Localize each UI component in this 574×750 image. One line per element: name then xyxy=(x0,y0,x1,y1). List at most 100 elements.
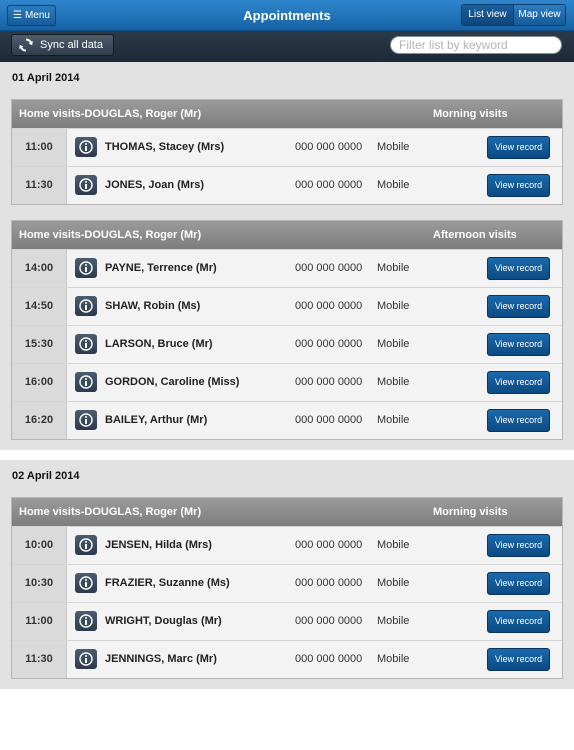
view-record-button[interactable]: View record xyxy=(487,333,550,356)
view-record-button[interactable]: View record xyxy=(487,371,550,394)
map-view-button[interactable]: Map view xyxy=(514,5,565,25)
phone-type: Mobile xyxy=(377,376,410,388)
day-date: 02 April 2014 xyxy=(12,470,80,482)
info-icon[interactable] xyxy=(75,258,97,278)
patient-name: LARSON, Bruce (Mr) xyxy=(105,338,213,350)
appointment-row: 10:30 FRAZIER, Suzanne (Ms) 000 000 0000… xyxy=(12,564,562,602)
patient-name: GORDON, Caroline (Miss) xyxy=(105,376,240,388)
sync-all-button[interactable]: Sync all data xyxy=(11,34,114,56)
info-icon[interactable] xyxy=(75,410,97,430)
view-record-button[interactable]: View record xyxy=(487,610,550,633)
appointment-time: 16:20 xyxy=(12,402,67,439)
info-icon[interactable] xyxy=(75,296,97,316)
phone-type: Mobile xyxy=(377,300,410,312)
appointment-row: 11:30 JENNINGS, Marc (Mr) 000 000 0000 M… xyxy=(12,640,562,678)
patient-phone: 000 000 0000 xyxy=(295,653,363,665)
patient-name: BAILEY, Arthur (Mr) xyxy=(105,414,208,426)
patient-phone: 000 000 0000 xyxy=(295,539,363,551)
phone-type: Mobile xyxy=(377,653,410,665)
appointment-time: 11:30 xyxy=(12,167,67,204)
patient-phone: 000 000 0000 xyxy=(295,141,363,153)
info-icon[interactable] xyxy=(75,573,97,593)
visit-group: Home visits-DOUGLAS, Roger (Mr) Morning … xyxy=(11,497,563,679)
patient-name: JONES, Joan (Mrs) xyxy=(105,179,205,191)
appointment-time: 15:30 xyxy=(12,326,67,363)
patient-phone: 000 000 0000 xyxy=(295,262,363,274)
day-section: 01 April 2014 Home visits-DOUGLAS, Roger… xyxy=(0,62,574,450)
appointment-time: 14:50 xyxy=(12,288,67,325)
group-title: Home visits-DOUGLAS, Roger (Mr) xyxy=(19,229,202,241)
appointment-row: 14:50 SHAW, Robin (Ms) 000 000 0000 Mobi… xyxy=(12,287,562,325)
patient-name: JENSEN, Hilda (Mrs) xyxy=(105,539,212,551)
appointment-time: 10:30 xyxy=(12,565,67,602)
secondary-toolbar: Sync all data xyxy=(0,31,574,62)
patient-phone: 000 000 0000 xyxy=(295,615,363,627)
visit-group: Home visits-DOUGLAS, Roger (Mr) Morning … xyxy=(11,99,563,205)
phone-type: Mobile xyxy=(377,577,410,589)
info-icon[interactable] xyxy=(75,535,97,555)
day-section: 02 April 2014 Home visits-DOUGLAS, Roger… xyxy=(0,460,574,689)
appointment-row: 11:30 JONES, Joan (Mrs) 000 000 0000 Mob… xyxy=(12,166,562,204)
phone-type: Mobile xyxy=(377,414,410,426)
group-header: Home visits-DOUGLAS, Roger (Mr) Afternoo… xyxy=(12,221,562,249)
view-record-button[interactable]: View record xyxy=(487,257,550,280)
patient-phone: 000 000 0000 xyxy=(295,414,363,426)
group-header: Home visits-DOUGLAS, Roger (Mr) Morning … xyxy=(12,498,562,526)
phone-type: Mobile xyxy=(377,262,410,274)
patient-phone: 000 000 0000 xyxy=(295,300,363,312)
day-date: 01 April 2014 xyxy=(12,72,80,84)
top-nav-bar: ☰ Menu Appointments List view Map view xyxy=(0,0,574,31)
appointment-time: 10:00 xyxy=(12,527,67,564)
phone-type: Mobile xyxy=(377,338,410,350)
view-record-button[interactable]: View record xyxy=(487,409,550,432)
patient-phone: 000 000 0000 xyxy=(295,577,363,589)
patient-phone: 000 000 0000 xyxy=(295,376,363,388)
info-icon[interactable] xyxy=(75,372,97,392)
patient-name: FRAZIER, Suzanne (Ms) xyxy=(105,577,230,589)
appointment-time: 11:30 xyxy=(12,641,67,678)
phone-type: Mobile xyxy=(377,539,410,551)
patient-phone: 000 000 0000 xyxy=(295,179,363,191)
patient-name: JENNINGS, Marc (Mr) xyxy=(105,653,217,665)
appointment-row: 10:00 JENSEN, Hilda (Mrs) 000 000 0000 M… xyxy=(12,526,562,564)
patient-name: SHAW, Robin (Ms) xyxy=(105,300,201,312)
appointment-row: 16:00 GORDON, Caroline (Miss) 000 000 00… xyxy=(12,363,562,401)
info-icon[interactable] xyxy=(75,649,97,669)
appointment-row: 14:00 PAYNE, Terrence (Mr) 000 000 0000 … xyxy=(12,249,562,287)
view-record-button[interactable]: View record xyxy=(487,136,550,159)
patient-name: THOMAS, Stacey (Mrs) xyxy=(105,141,225,153)
phone-type: Mobile xyxy=(377,615,410,627)
filter-input[interactable] xyxy=(390,36,562,54)
appointments-list: 01 April 2014 Home visits-DOUGLAS, Roger… xyxy=(0,62,574,750)
view-record-button[interactable]: View record xyxy=(487,534,550,557)
patient-phone: 000 000 0000 xyxy=(295,338,363,350)
phone-type: Mobile xyxy=(377,141,410,153)
group-title: Home visits-DOUGLAS, Roger (Mr) xyxy=(19,506,202,518)
group-title: Home visits-DOUGLAS, Roger (Mr) xyxy=(19,108,202,120)
view-record-button[interactable]: View record xyxy=(487,648,550,671)
info-icon[interactable] xyxy=(75,175,97,195)
appointment-row: 15:30 LARSON, Bruce (Mr) 000 000 0000 Mo… xyxy=(12,325,562,363)
view-record-button[interactable]: View record xyxy=(487,572,550,595)
phone-type: Mobile xyxy=(377,179,410,191)
appointment-time: 14:00 xyxy=(12,250,67,287)
sync-icon xyxy=(19,38,33,52)
group-period: Morning visits xyxy=(433,108,508,120)
menu-label: Menu xyxy=(24,10,50,21)
info-icon[interactable] xyxy=(75,334,97,354)
patient-name: PAYNE, Terrence (Mr) xyxy=(105,262,217,274)
menu-button[interactable]: ☰ Menu xyxy=(7,5,56,26)
group-period: Morning visits xyxy=(433,506,508,518)
group-header: Home visits-DOUGLAS, Roger (Mr) Morning … xyxy=(12,100,562,128)
info-icon[interactable] xyxy=(75,611,97,631)
view-record-button[interactable]: View record xyxy=(487,174,550,197)
appointment-time: 16:00 xyxy=(12,364,67,401)
appointment-row: 11:00 THOMAS, Stacey (Mrs) 000 000 0000 … xyxy=(12,128,562,166)
view-record-button[interactable]: View record xyxy=(487,295,550,318)
info-icon[interactable] xyxy=(75,137,97,157)
appointment-time: 11:00 xyxy=(12,603,67,640)
appointment-row: 11:00 WRIGHT, Douglas (Mr) 000 000 0000 … xyxy=(12,602,562,640)
list-view-button[interactable]: List view xyxy=(462,5,514,25)
visit-group: Home visits-DOUGLAS, Roger (Mr) Afternoo… xyxy=(11,220,563,440)
appointment-time: 11:00 xyxy=(12,129,67,166)
